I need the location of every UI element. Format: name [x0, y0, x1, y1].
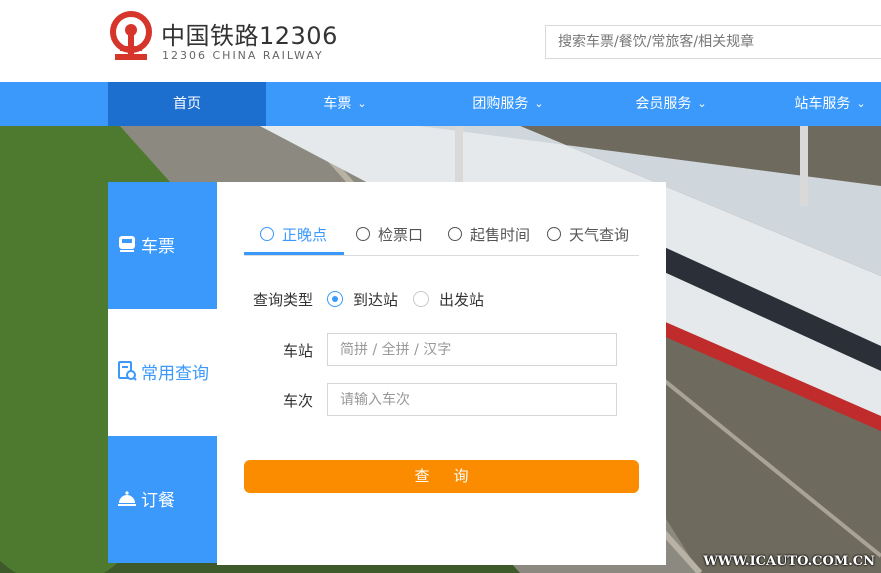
- china-railway-logo[interactable]: [106, 10, 156, 66]
- nav-tickets-label: 车票: [323, 96, 352, 112]
- query-button[interactable]: 查询: [244, 460, 639, 493]
- gate-icon: [356, 227, 370, 241]
- tab-sale-time-label: 起售时间: [470, 226, 531, 244]
- tab-weather[interactable]: 天气查询: [547, 224, 629, 248]
- nav-tickets[interactable]: 车票 ⌄: [266, 82, 424, 126]
- main-nav: 首页 车票 ⌄ 团购服务 ⌄ 会员服务 ⌄ 站车服务 ⌄: [0, 82, 881, 126]
- nav-member[interactable]: 会员服务 ⌄: [592, 82, 750, 126]
- nav-station-services[interactable]: 站车服务 ⌄: [750, 82, 881, 126]
- station-input[interactable]: [328, 334, 616, 365]
- radio-arrival-station[interactable]: [327, 291, 343, 307]
- search-input[interactable]: [546, 26, 881, 58]
- chevron-down-icon: ⌄: [357, 97, 367, 110]
- radio-departure-station-label[interactable]: 出发站: [439, 289, 484, 310]
- side-tab-tickets[interactable]: 车票: [108, 182, 217, 309]
- train-number-label: 车次: [283, 392, 314, 410]
- common-query-panel: 正晚点 检票口 起售时间 天气查询 查询类型 到达站 出发站 车站 车次 查询: [217, 182, 666, 565]
- sale-time-icon: [448, 227, 462, 241]
- train-number-input[interactable]: [328, 384, 616, 415]
- chevron-down-icon: ⌄: [534, 97, 544, 110]
- tab-ticket-gate[interactable]: 检票口: [356, 224, 423, 248]
- active-tab-indicator: [244, 252, 344, 255]
- tab-arrival-delay-label: 正晚点: [282, 226, 328, 244]
- query-type-label: 查询类型: [253, 291, 314, 309]
- side-tab-tickets-label: 车票: [141, 237, 175, 257]
- brand-title[interactable]: 中国铁路12306: [161, 16, 338, 51]
- nav-group-buy-label: 团购服务: [472, 96, 529, 112]
- brand-subtitle: 12306 CHINA RAILWAY: [162, 49, 324, 62]
- side-tab-dining[interactable]: 订餐: [108, 436, 217, 563]
- radio-departure-station[interactable]: [413, 291, 429, 307]
- clock-icon: [260, 227, 274, 241]
- nav-group-buy[interactable]: 团购服务 ⌄: [424, 82, 592, 126]
- nav-home[interactable]: 首页: [108, 82, 266, 126]
- train-number-field[interactable]: [327, 383, 617, 416]
- tab-sale-time[interactable]: 起售时间: [448, 224, 530, 248]
- weather-icon: [547, 227, 561, 241]
- side-tab-common-query-label: 常用查询: [141, 364, 209, 384]
- site-search[interactable]: [545, 25, 881, 59]
- nav-member-label: 会员服务: [635, 96, 692, 112]
- nav-station-services-label: 站车服务: [794, 96, 851, 112]
- tab-arrival-delay[interactable]: 正晚点: [260, 224, 327, 248]
- site-watermark: WWW.ICAUTO.COM.CN: [703, 554, 875, 569]
- tab-ticket-gate-label: 检票口: [378, 226, 424, 244]
- station-field[interactable]: [327, 333, 617, 366]
- chevron-down-icon: ⌄: [856, 97, 866, 110]
- radio-arrival-station-label[interactable]: 到达站: [353, 289, 398, 310]
- side-tab-dining-label: 订餐: [141, 491, 175, 511]
- query-tabs: 正晚点 检票口 起售时间 天气查询: [244, 218, 639, 256]
- dining-bell-icon: [118, 491, 136, 506]
- train-icon: [119, 236, 135, 252]
- chevron-down-icon: ⌄: [697, 97, 707, 110]
- site-header: 中国铁路12306 12306 CHINA RAILWAY: [0, 0, 881, 82]
- service-side-tabs: 车票 常用查询 订餐: [108, 182, 217, 565]
- tab-weather-label: 天气查询: [569, 226, 630, 244]
- nav-home-label: 首页: [173, 96, 201, 112]
- document-search-icon: [118, 361, 137, 381]
- side-tab-common-query[interactable]: 常用查询: [108, 309, 217, 436]
- station-label: 车站: [283, 342, 314, 360]
